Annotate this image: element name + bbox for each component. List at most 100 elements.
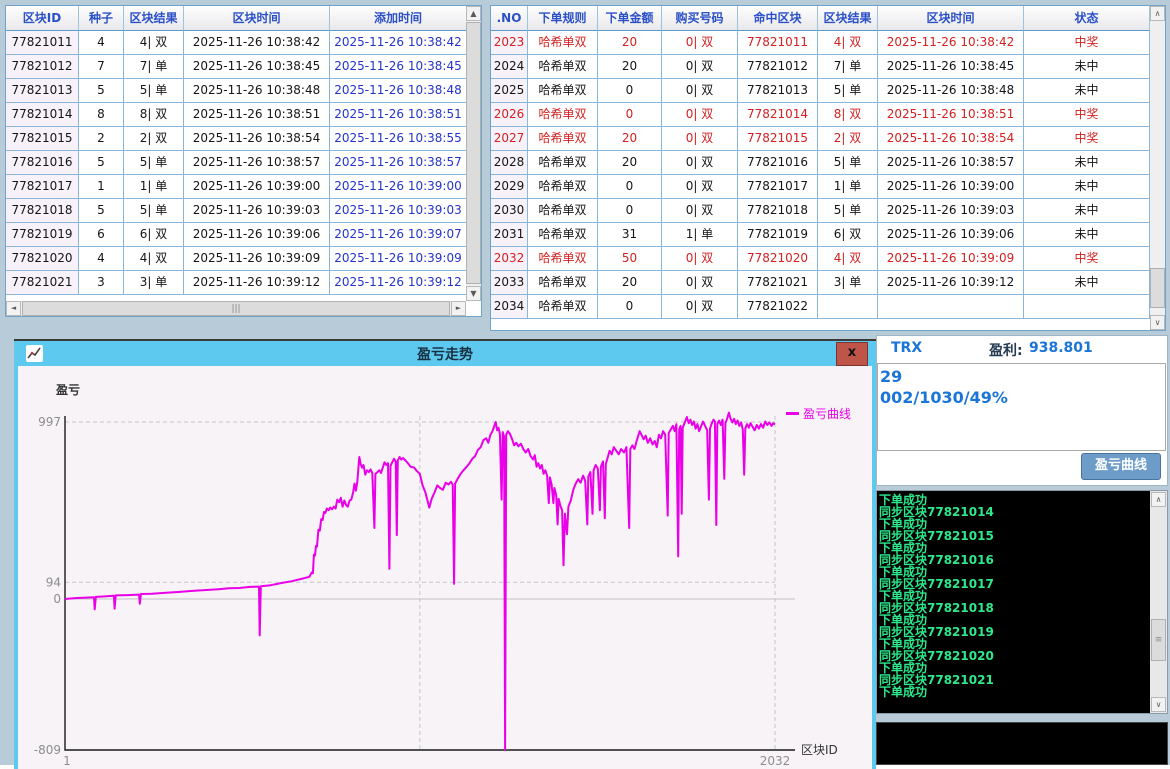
- scroll-thumb[interactable]: [466, 22, 481, 284]
- table-cell: 77821015: [738, 127, 818, 151]
- scroll-thumb[interactable]: [1150, 268, 1165, 308]
- profit-label: 盈利:: [989, 340, 1023, 360]
- column-header[interactable]: 命中区块: [738, 6, 818, 31]
- table-row[interactable]: 2034哈希单双00| 双77821022: [491, 295, 1150, 319]
- table-row[interactable]: 7782102044| 双2025-11-26 10:39:092025-11-…: [6, 247, 467, 271]
- table-cell: 20: [598, 31, 662, 55]
- table-cell: 0: [598, 295, 662, 319]
- svg-text:盈亏曲线: 盈亏曲线: [803, 407, 851, 421]
- blocks-table-hscrollbar[interactable]: ◄ ||| ►: [6, 301, 466, 316]
- column-header[interactable]: 添加时间: [330, 6, 467, 31]
- table-row[interactable]: 2025哈希单双00| 双778210135| 单2025-11-26 10:3…: [491, 79, 1150, 103]
- table-cell: 2025-11-26 10:38:57: [330, 151, 467, 175]
- scroll-up-button[interactable]: ∧: [1151, 492, 1166, 507]
- table-cell: 77821012: [738, 55, 818, 79]
- scroll-thumb[interactable]: |||: [22, 301, 450, 316]
- scroll-thumb[interactable]: ≡: [1151, 619, 1166, 661]
- chart-window-titlebar[interactable]: 盈亏走势 x: [14, 341, 876, 366]
- table-cell: 2| 双: [124, 127, 184, 151]
- scroll-right-button[interactable]: ►: [451, 301, 466, 316]
- profit-curve-button[interactable]: 盈亏曲线: [1081, 453, 1161, 480]
- table-row[interactable]: 7782101711| 单2025-11-26 10:39:002025-11-…: [6, 175, 467, 199]
- table-cell: 77821018: [738, 199, 818, 223]
- table-row[interactable]: 2024哈希单双200| 双778210127| 单2025-11-26 10:…: [491, 55, 1150, 79]
- table-cell: 2025-11-26 10:38:42: [878, 31, 1024, 55]
- table-row[interactable]: 2029哈希单双00| 双778210171| 单2025-11-26 10:3…: [491, 175, 1150, 199]
- table-cell: 7| 单: [818, 55, 878, 79]
- column-header[interactable]: 下单金额: [598, 6, 662, 31]
- column-header[interactable]: .NO: [491, 6, 528, 31]
- column-header[interactable]: 区块ID: [6, 6, 79, 31]
- scroll-down-button[interactable]: ▼: [466, 286, 481, 301]
- svg-text:区块ID: 区块ID: [801, 743, 838, 757]
- column-header[interactable]: 区块时间: [878, 6, 1024, 31]
- table-row[interactable]: 2032哈希单双500| 双778210204| 双2025-11-26 10:…: [491, 247, 1150, 271]
- table-cell: 2025-11-26 10:39:00: [184, 175, 330, 199]
- svg-text:2032: 2032: [760, 754, 791, 768]
- scroll-up-button[interactable]: ∧: [1150, 6, 1165, 21]
- table-row[interactable]: 2028哈希单双200| 双778210165| 单2025-11-26 10:…: [491, 151, 1150, 175]
- table-cell: 2025-11-26 10:38:57: [878, 151, 1024, 175]
- table-row[interactable]: 7782101966| 双2025-11-26 10:39:062025-11-…: [6, 223, 467, 247]
- table-cell: 未中: [1024, 55, 1150, 79]
- chart-window-title: 盈亏走势: [14, 344, 876, 364]
- table-row[interactable]: 7782101355| 单2025-11-26 10:38:482025-11-…: [6, 79, 467, 103]
- column-header[interactable]: 区块结果: [124, 6, 184, 31]
- scroll-left-button[interactable]: ◄: [6, 301, 21, 316]
- table-cell: 未中: [1024, 175, 1150, 199]
- column-header[interactable]: 种子: [79, 6, 124, 31]
- scroll-down-button[interactable]: ∨: [1150, 315, 1165, 330]
- table-row[interactable]: 7782101144| 双2025-11-26 10:38:422025-11-…: [6, 31, 467, 55]
- table-cell: 2025-11-26 10:38:45: [330, 55, 467, 79]
- table-cell: 0| 双: [662, 31, 738, 55]
- table-row[interactable]: 7782101488| 双2025-11-26 10:38:512025-11-…: [6, 103, 467, 127]
- table-row[interactable]: 2026哈希单双00| 双778210148| 双2025-11-26 10:3…: [491, 103, 1150, 127]
- table-cell: 77821021: [6, 271, 79, 295]
- table-cell: 7| 单: [124, 55, 184, 79]
- profit-chart-window: 盈亏走势 x 997940-80912032盈亏区块ID盈亏曲线: [14, 339, 876, 769]
- table-cell: 8| 双: [124, 103, 184, 127]
- close-icon[interactable]: x: [836, 342, 868, 366]
- column-header[interactable]: 下单规则: [528, 6, 598, 31]
- table-cell: 2030: [491, 199, 528, 223]
- column-header[interactable]: 区块结果: [818, 6, 878, 31]
- table-row[interactable]: 2031哈希单双311| 单778210196| 双2025-11-26 10:…: [491, 223, 1150, 247]
- table-row[interactable]: 7782102133| 单2025-11-26 10:39:122025-11-…: [6, 271, 467, 295]
- table-cell: 5| 单: [818, 199, 878, 223]
- table-cell: 哈希单双: [528, 79, 598, 103]
- table-cell: 2025-11-26 10:38:48: [330, 79, 467, 103]
- blocks-table-vscrollbar[interactable]: ▲ ▼: [466, 6, 481, 301]
- table-cell: 77821012: [6, 55, 79, 79]
- table-cell: 0| 双: [662, 127, 738, 151]
- table-cell: 未中: [1024, 271, 1150, 295]
- table-cell: 20: [598, 127, 662, 151]
- column-header[interactable]: 区块时间: [184, 6, 330, 31]
- table-cell: 1| 单: [124, 175, 184, 199]
- stats-box: 29 002/1030/49%: [877, 363, 1166, 451]
- table-row[interactable]: 2027哈希单双200| 双778210152| 双2025-11-26 10:…: [491, 127, 1150, 151]
- column-header[interactable]: 状态: [1024, 6, 1150, 31]
- scroll-down-button[interactable]: ∨: [1151, 697, 1166, 712]
- terminal-scrollbar[interactable]: ∧ ≡ ∨: [1150, 491, 1167, 713]
- table-cell: 2025-11-26 10:38:54: [878, 127, 1024, 151]
- table-cell: 77821022: [738, 295, 818, 319]
- table-row[interactable]: 2033哈希单双200| 双778210213| 单2025-11-26 10:…: [491, 271, 1150, 295]
- table-row[interactable]: 7782101522| 双2025-11-26 10:38:542025-11-…: [6, 127, 467, 151]
- table-row[interactable]: 2030哈希单双00| 双778210185| 单2025-11-26 10:3…: [491, 199, 1150, 223]
- svg-text:997: 997: [38, 415, 61, 429]
- table-row[interactable]: 7782101277| 单2025-11-26 10:38:452025-11-…: [6, 55, 467, 79]
- orders-table-vscrollbar[interactable]: ∧ ∨: [1150, 6, 1165, 330]
- table-cell: 2| 双: [818, 127, 878, 151]
- table-cell: 50: [598, 247, 662, 271]
- column-header[interactable]: 购买号码: [662, 6, 738, 31]
- table-cell: 2025-11-26 10:38:45: [878, 55, 1024, 79]
- table-cell: 77821019: [6, 223, 79, 247]
- table-cell: 哈希单双: [528, 55, 598, 79]
- table-row[interactable]: 7782101655| 单2025-11-26 10:38:572025-11-…: [6, 151, 467, 175]
- scroll-up-button[interactable]: ▲: [466, 6, 481, 21]
- table-row[interactable]: 2023哈希单双200| 双778210114| 双2025-11-26 10:…: [491, 31, 1150, 55]
- table-cell: 2025-11-26 10:39:09: [878, 247, 1024, 271]
- table-cell: 0: [598, 103, 662, 127]
- table-row[interactable]: 7782101855| 单2025-11-26 10:39:032025-11-…: [6, 199, 467, 223]
- table-cell: 8| 双: [818, 103, 878, 127]
